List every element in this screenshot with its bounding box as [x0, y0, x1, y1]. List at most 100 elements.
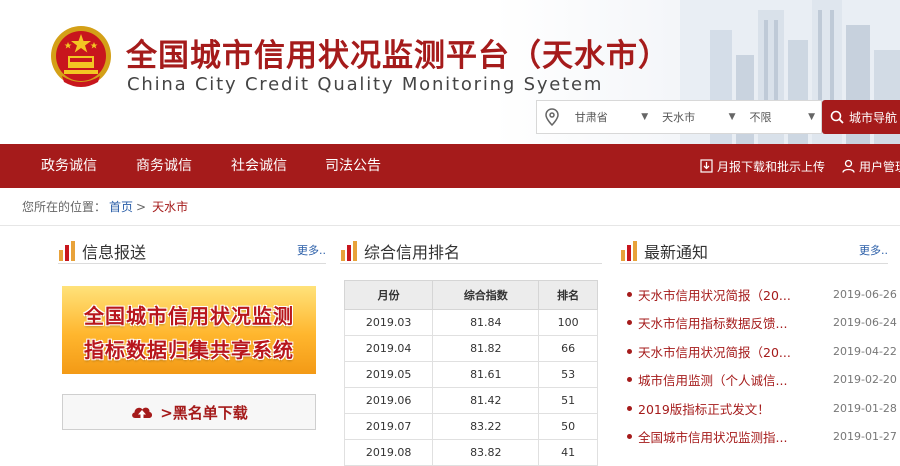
- notice-list: 天水市信用状况简报（20... 2019-06-26 天水市信用指标数据反馈..…: [624, 280, 900, 451]
- bullet-icon: [627, 320, 632, 326]
- location-pin-icon: [537, 100, 567, 134]
- chevron-down-icon: ▼: [808, 112, 815, 122]
- table-row: 2019.06 81.42 51: [343, 387, 598, 414]
- table-row: 2019.07 83.22 50: [343, 413, 598, 440]
- panel-title: 最新通知: [644, 242, 709, 262]
- credit-ranking-table: 月份 综合指数 排名 2019.03 81.84 100 2019.04 81.…: [343, 280, 598, 466]
- city-nav-label: 城市导航: [849, 110, 898, 125]
- cell-month: 2019.07: [343, 413, 434, 440]
- city-select[interactable]: 天水市 ▼: [654, 100, 741, 134]
- panel-title: 综合信用排名: [364, 242, 461, 262]
- column-header-rank: 排名: [538, 280, 598, 310]
- table-row: 2019.05 81.61 53: [343, 361, 598, 388]
- cell-month: 2019.04: [343, 335, 434, 362]
- banner-line-2: 指标数据归集共享系统: [84, 338, 294, 362]
- notice-title[interactable]: 天水市信用状况简报（20...: [638, 285, 826, 304]
- notice-title[interactable]: 2019版指标正式发文！: [638, 399, 826, 418]
- county-value: 不限: [749, 111, 772, 124]
- cell-rank: 53: [538, 361, 598, 388]
- notice-date: 2019-01-27: [833, 430, 897, 444]
- breadcrumb-current: 天水市: [152, 200, 189, 214]
- cell-rank: 41: [538, 439, 598, 466]
- cell-rank: 51: [538, 387, 598, 414]
- panel-title: 信息报送: [82, 242, 147, 262]
- notice-title[interactable]: 天水市信用状况简报（20...: [638, 342, 826, 361]
- main-nav: 政务诚信 商务诚信 社会诚信 司法公告 月报下载和批示上传 用户管理: [0, 144, 900, 188]
- bullet-icon: [627, 405, 632, 411]
- notice-title[interactable]: 天水市信用指标数据反馈...: [638, 313, 826, 332]
- cell-index: 83.22: [432, 413, 540, 440]
- list-item[interactable]: 全国城市信用状况监测指... 2019-01-27: [624, 423, 900, 452]
- breadcrumb-prefix: 您所在的位置：: [22, 200, 107, 214]
- list-item[interactable]: 2019版指标正式发文！ 2019-01-28: [624, 394, 900, 423]
- list-item[interactable]: 城市信用监测（个人诚信... 2019-02-20: [624, 366, 900, 395]
- banner-line-1: 全国城市信用状况监测: [84, 304, 294, 328]
- cell-index: 81.82: [432, 335, 540, 362]
- blacklist-label: >黑名单下载: [160, 403, 248, 422]
- report-download-link[interactable]: 月报下载和批示上传: [700, 144, 825, 188]
- notice-date: 2019-06-24: [833, 316, 897, 330]
- credit-ranking-panel-header: 综合信用排名: [340, 238, 602, 264]
- more-link[interactable]: 更多..: [859, 242, 888, 258]
- nav-item-social-integrity[interactable]: 社会诚信: [231, 144, 287, 188]
- site-subtitle: China City Credit Quality Monitoring Sye…: [127, 74, 604, 95]
- blacklist-download-button[interactable]: >黑名单下载: [62, 394, 316, 430]
- site-title: 全国城市信用状况监测平台（天水市）: [126, 38, 670, 74]
- bar-chart-icon: [621, 240, 637, 261]
- table-row: 2019.04 81.82 66: [343, 335, 598, 362]
- cell-rank: 66: [538, 335, 598, 362]
- nav-item-judicial-notice[interactable]: 司法公告: [325, 144, 381, 188]
- info-report-panel-header: 信息报送 更多..: [58, 238, 326, 264]
- nav-item-government-integrity[interactable]: 政务诚信: [41, 144, 97, 188]
- cell-month: 2019.06: [343, 387, 434, 414]
- region-selector: 甘肃省 ▼ 天水市 ▼ 不限 ▼: [536, 100, 822, 134]
- notice-title[interactable]: 城市信用监测（个人诚信...: [638, 370, 826, 389]
- bullet-icon: [627, 434, 632, 440]
- user-manage-label: 用户管理: [859, 159, 900, 174]
- city-nav-button[interactable]: 城市导航: [822, 100, 900, 134]
- notice-date: 2019-06-26: [833, 287, 897, 301]
- site-header: 全国城市信用状况监测平台（天水市） China City Credit Qual…: [0, 0, 900, 144]
- province-select[interactable]: 甘肃省 ▼: [567, 100, 654, 134]
- chevron-down-icon: ▼: [728, 112, 736, 122]
- bullet-icon: [627, 377, 632, 383]
- list-item[interactable]: 天水市信用指标数据反馈... 2019-06-24: [624, 309, 900, 338]
- breadcrumb-separator: >: [136, 199, 147, 214]
- download-icon: [700, 159, 713, 173]
- notice-date: 2019-02-20: [833, 373, 897, 387]
- list-item[interactable]: 天水市信用状况简报（20... 2019-06-26: [624, 280, 900, 309]
- notice-date: 2019-01-28: [833, 401, 897, 415]
- upload-cloud-icon: [132, 407, 153, 419]
- cell-rank: 50: [538, 413, 598, 440]
- cell-index: 81.84: [432, 309, 540, 336]
- table-header-row: 月份 综合指数 排名: [343, 280, 598, 310]
- bullet-icon: [627, 348, 632, 354]
- table-row: 2019.08 83.82 41: [343, 439, 598, 466]
- bar-chart-icon: [341, 240, 357, 261]
- data-sharing-system-banner[interactable]: 全国城市信用状况监测 指标数据归集共享系统: [62, 286, 316, 374]
- cell-index: 81.61: [432, 361, 540, 388]
- nav-item-business-integrity[interactable]: 商务诚信: [136, 144, 192, 188]
- cell-index: 81.42: [432, 387, 540, 414]
- city-value: 天水市: [662, 111, 696, 124]
- column-header-index: 综合指数: [432, 280, 540, 310]
- bullet-icon: [627, 291, 632, 297]
- cell-month: 2019.05: [343, 361, 434, 388]
- county-select[interactable]: 不限 ▼: [742, 100, 821, 134]
- cell-rank: 100: [538, 309, 598, 336]
- province-value: 甘肃省: [574, 111, 608, 124]
- latest-notice-panel-header: 最新通知 更多..: [620, 238, 888, 264]
- search-icon: [830, 110, 844, 124]
- user-manage-link[interactable]: 用户管理: [842, 144, 900, 188]
- breadcrumb-home-link[interactable]: 首页: [109, 198, 133, 215]
- notice-date: 2019-04-22: [833, 344, 897, 358]
- report-download-label: 月报下载和批示上传: [717, 159, 826, 174]
- user-icon: [842, 159, 855, 173]
- breadcrumb: 您所在的位置： 首页 > 天水市: [0, 188, 900, 226]
- bar-chart-icon: [59, 240, 75, 261]
- national-emblem-icon: [51, 26, 111, 87]
- cell-month: 2019.03: [343, 309, 434, 336]
- list-item[interactable]: 天水市信用状况简报（20... 2019-04-22: [624, 337, 900, 366]
- more-link[interactable]: 更多..: [297, 242, 326, 258]
- notice-title[interactable]: 全国城市信用状况监测指...: [638, 427, 826, 446]
